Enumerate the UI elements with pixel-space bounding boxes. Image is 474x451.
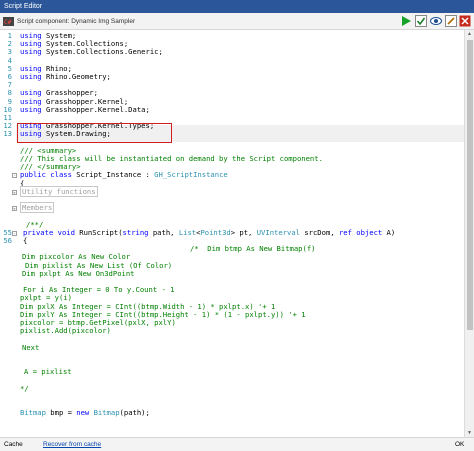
code-text: Members xyxy=(20,202,55,214)
code-line[interactable]: pixlist.Add(pixcolor) xyxy=(0,327,464,335)
highlight-box xyxy=(17,123,172,143)
code-text: pixlist.Add(pixcolor) xyxy=(20,326,111,336)
collapse-region-icon[interactable]: - xyxy=(12,173,17,179)
ok-button[interactable]: OK xyxy=(455,440,464,450)
code-line[interactable]: - public class Script_Instance : GH_Scrip… xyxy=(0,171,464,179)
code-text: using Grasshopper.Kernel.Data; xyxy=(20,104,150,114)
code-line[interactable] xyxy=(0,393,464,401)
window-titlebar: Script Editor xyxy=(0,0,474,13)
code-text: using Rhino.Geometry; xyxy=(20,72,111,81)
code-text: public class Script_Instance : GH_Script… xyxy=(20,170,228,180)
code-text: using System.Collections.Generic; xyxy=(20,47,163,57)
code-line[interactable]: Next xyxy=(0,342,464,352)
eye-icon[interactable] xyxy=(430,15,442,27)
editor-toolbar: C# Script component: Dynamic Img Sampler xyxy=(0,13,474,30)
code-line[interactable]: 10 using Grasshopper.Kernel.Data; xyxy=(0,104,464,114)
collapse-region-icon[interactable]: - xyxy=(12,230,17,236)
code-line[interactable]: Bitmap bmp = new Bitmap(path); xyxy=(0,409,464,417)
expand-region-icon[interactable]: + xyxy=(12,206,17,212)
vertical-scrollbar[interactable]: ▲ ▼ xyxy=(464,30,474,437)
code-line[interactable]: 55- private void RunScript(string path, L… xyxy=(0,227,464,237)
code-line[interactable]: */ xyxy=(0,383,464,393)
code-text: private void RunScript(string path, List… xyxy=(23,227,396,237)
cache-button[interactable]: Cache xyxy=(4,440,23,450)
code-line[interactable] xyxy=(0,376,464,384)
code-line[interactable]: 6 using Rhino.Geometry; xyxy=(0,72,464,81)
code-line[interactable]: A = pixlist xyxy=(0,368,464,376)
code-line[interactable]: + Utility functions xyxy=(0,185,464,197)
code-editor[interactable]: 1 using System; 2 using System.Collections;… xyxy=(0,30,464,437)
code-text: { xyxy=(23,236,28,245)
code-line[interactable] xyxy=(0,212,464,220)
window-title: Script Editor xyxy=(4,3,43,10)
recover-from-cache-link[interactable]: Recover from cache xyxy=(43,440,101,450)
code-line[interactable]: + Members xyxy=(0,202,464,214)
svg-text:C#: C# xyxy=(4,19,12,26)
scrollbar-thumb[interactable] xyxy=(467,40,473,330)
edit-icon[interactable] xyxy=(445,15,457,27)
code-text: A = pixlist xyxy=(24,367,72,377)
close-icon[interactable] xyxy=(459,15,471,27)
code-text: Utility functions xyxy=(20,185,98,197)
scroll-down-icon[interactable]: ▼ xyxy=(467,430,472,436)
code-line[interactable] xyxy=(0,196,464,204)
expand-region-icon[interactable]: + xyxy=(12,189,17,195)
scroll-up-icon[interactable]: ▲ xyxy=(467,31,472,37)
code-line[interactable]: 3 using System.Collections.Generic; xyxy=(0,48,464,56)
component-title: Script component: Dynamic Img Sampler xyxy=(17,18,136,25)
code-text: Dim pxlpt As New On3dPoint xyxy=(22,268,135,278)
code-text: */ xyxy=(20,383,29,393)
checkmark-icon[interactable] xyxy=(415,15,427,27)
code-text: Next xyxy=(22,342,40,352)
code-line[interactable]: Dim pxlpt As New On3dPoint xyxy=(0,268,464,278)
code-line[interactable] xyxy=(0,417,464,425)
code-text: /* Dim btmp As New Bitmap(f) xyxy=(190,244,316,254)
line-number: 13 xyxy=(3,129,12,139)
line-number: 56 xyxy=(3,236,12,245)
run-icon[interactable] xyxy=(400,15,412,27)
code-line[interactable] xyxy=(0,335,464,343)
code-line[interactable] xyxy=(0,352,464,360)
status-bar: Cache Recover from cache OK xyxy=(0,437,474,451)
script-component-icon: C# xyxy=(3,17,14,26)
code-text: Bitmap bmp = new Bitmap(path); xyxy=(20,408,150,418)
